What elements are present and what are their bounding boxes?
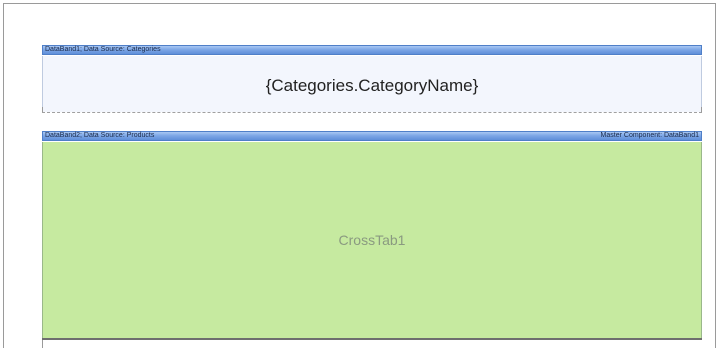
report-page: DataBand1; Data Source: Categories {Cate… xyxy=(42,45,702,350)
databand2-master-component: Master Component: DataBand1 xyxy=(600,132,699,139)
databand1-header[interactable]: DataBand1; Data Source: Categories xyxy=(42,45,702,55)
crosstab-label: CrossTab1 xyxy=(338,232,406,248)
databand1-body[interactable]: {Categories.CategoryName} xyxy=(42,56,702,112)
band-marker xyxy=(42,340,43,348)
category-name-text-field[interactable]: {Categories.CategoryName} xyxy=(43,76,701,96)
databand1-separator xyxy=(42,112,702,113)
databand2-header[interactable]: DataBand2; Data Source: Products Master … xyxy=(42,131,702,141)
databand1-title: DataBand1; Data Source: Categories xyxy=(45,46,161,53)
databand2-bottom-border xyxy=(42,338,702,340)
crosstab-component[interactable]: CrossTab1 xyxy=(42,142,702,338)
report-designer-canvas: DataBand1; Data Source: Categories {Cate… xyxy=(3,3,716,348)
databand2-title: DataBand2; Data Source: Products xyxy=(45,132,155,139)
